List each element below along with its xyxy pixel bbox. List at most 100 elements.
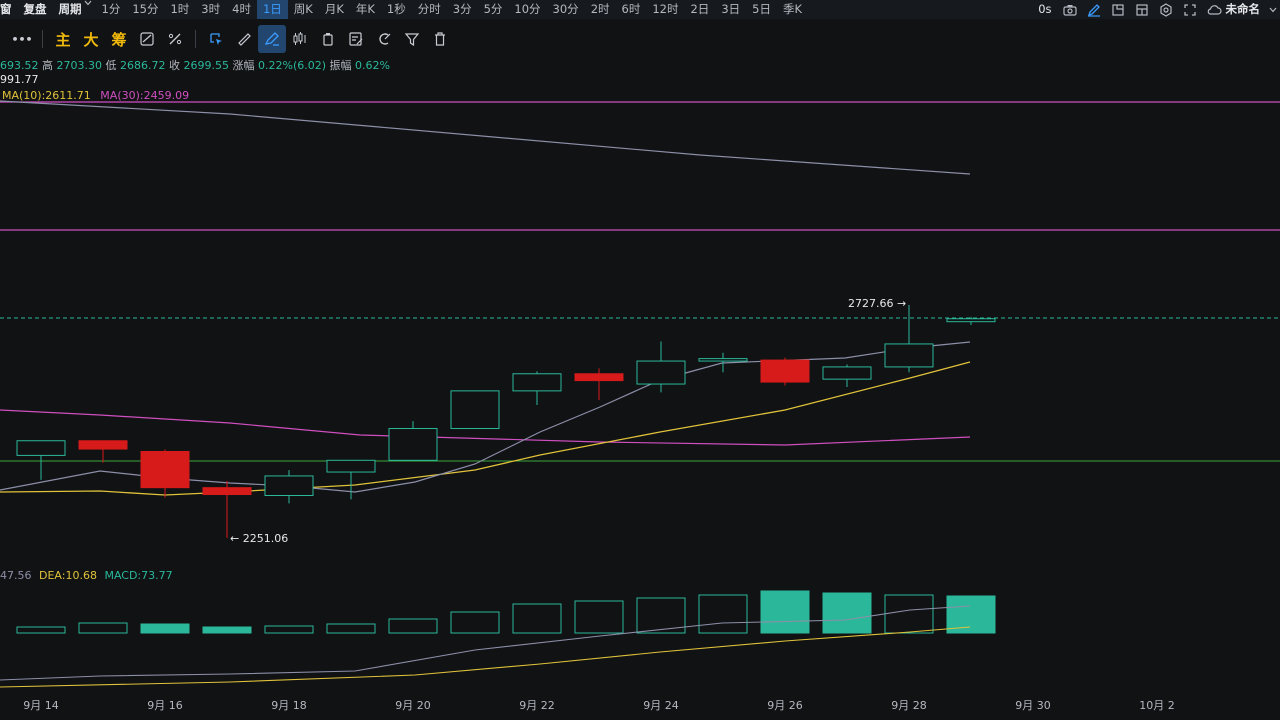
macd-bar	[326, 623, 376, 634]
candle-body	[946, 318, 996, 323]
chevron-down-icon[interactable]	[84, 0, 92, 6]
candle-body	[140, 450, 190, 489]
macd-bar	[822, 592, 872, 634]
dea-line	[0, 626, 971, 688]
toolbar-divider	[195, 30, 196, 48]
period-item[interactable]: 周K	[288, 0, 319, 19]
candles-layer	[16, 305, 996, 538]
candle-body	[388, 428, 438, 461]
x-tick-label: 9月 28	[891, 699, 927, 712]
compare-icon[interactable]	[161, 25, 189, 53]
candle-body	[326, 459, 376, 473]
toolbar-divider	[42, 30, 43, 48]
fullscreen-icon[interactable]	[1178, 0, 1202, 19]
chevron-down-icon[interactable]	[1266, 0, 1280, 19]
candle-body	[760, 359, 810, 383]
period-item[interactable]: 30分	[547, 0, 585, 19]
period-item[interactable]: 季K	[777, 0, 808, 19]
drawing-toolbar: ••• 主 大 筹	[0, 24, 1280, 54]
kline-chart[interactable]: 9月 14 9月 16 9月 18 9月 20 9月 22 9月 24 9月 26 9月 28…	[0, 54, 1280, 720]
candle-body	[698, 358, 748, 362]
trash-icon[interactable]	[426, 25, 454, 53]
layout-icon[interactable]	[1130, 0, 1154, 19]
period-item[interactable]: 年K	[350, 0, 381, 19]
low-price-label: ← 2251.06	[230, 532, 288, 545]
period-item[interactable]: 1时	[164, 0, 195, 19]
filter-icon[interactable]	[398, 25, 426, 53]
candle-body	[636, 360, 686, 385]
macd-bar	[512, 603, 562, 634]
macd-bar	[264, 625, 314, 634]
period-list: 窗复盘 周期 1分 15分 1时 3时 4时 1日 周K 月K 年K 1秒 分时 3分 5分 10分 30分 2时…	[0, 0, 808, 19]
period-item[interactable]: 3时	[195, 0, 226, 19]
period-item[interactable]: 3日	[715, 0, 746, 19]
period-item[interactable]: 1日	[256, 0, 288, 19]
select-icon[interactable]	[202, 25, 230, 53]
topbar-right: 0s 未命名	[1032, 0, 1280, 19]
x-tick-label: 9月 24	[643, 699, 679, 712]
x-tick-label: 9月 30	[1015, 699, 1051, 712]
main-indicator-button[interactable]: 主	[49, 25, 77, 53]
x-axis: 9月 14 9月 16 9月 18 9月 20 9月 22 9月 24 9月 26 9月 28…	[23, 699, 1175, 712]
big-order-button[interactable]: 大	[77, 25, 105, 53]
settings-icon[interactable]	[1154, 0, 1178, 19]
period-item[interactable]: 月K	[319, 0, 350, 19]
candle-body	[202, 487, 252, 496]
magnet-icon[interactable]	[370, 25, 398, 53]
macd-bar	[16, 626, 66, 634]
period-item[interactable]: 1分	[96, 0, 127, 19]
period-item[interactable]: 10分	[508, 0, 546, 19]
export-icon[interactable]	[1106, 0, 1130, 19]
high-price-label: 2727.66 →	[848, 297, 906, 310]
candle-body	[574, 373, 624, 382]
x-tick-label: 9月 20	[395, 699, 431, 712]
indicator-lines	[0, 100, 1280, 496]
macd-bar	[760, 590, 810, 634]
period-item[interactable]: 12时	[646, 0, 684, 19]
macd-layer	[0, 590, 996, 688]
period-bar: 窗复盘 周期 1分 15分 1时 3时 4时 1日 周K 月K 年K 1秒 分时 3分 5分 10分 30分 2时…	[0, 0, 1280, 19]
period-item[interactable]: 1秒	[381, 0, 412, 19]
period-item[interactable]: 分时	[412, 0, 447, 19]
macd-bar	[450, 611, 500, 634]
candle-body	[512, 373, 562, 392]
x-tick-label: 10月 2	[1139, 699, 1175, 712]
period-item[interactable]: 复盘	[18, 0, 53, 19]
x-tick-label: 9月 26	[767, 699, 803, 712]
x-tick-label: 9月 22	[519, 699, 555, 712]
period-item[interactable]: 4时	[226, 0, 257, 19]
cloud-icon[interactable]	[1202, 0, 1226, 19]
period-item[interactable]: 15分	[126, 0, 164, 19]
candle-body	[16, 440, 66, 456]
candle-style-icon[interactable]	[286, 25, 314, 53]
countdown: 0s	[1038, 2, 1052, 16]
ma-long-gray-line	[0, 100, 971, 175]
candle-body	[264, 475, 314, 496]
period-item[interactable]: 窗	[0, 0, 18, 19]
macd-bar	[78, 622, 128, 634]
period-item[interactable]: 2时	[585, 0, 616, 19]
period-item[interactable]: 6时	[616, 0, 647, 19]
layout-name[interactable]: 未命名	[1226, 0, 1267, 19]
more-button[interactable]: •••	[8, 25, 36, 53]
period-item[interactable]: 2日	[684, 0, 715, 19]
pen-tool-icon[interactable]	[258, 25, 286, 53]
indicator-edit-icon[interactable]	[133, 25, 161, 53]
x-tick-label: 9月 14	[23, 699, 59, 712]
period-item[interactable]: 5分	[478, 0, 509, 19]
candle-body	[884, 343, 934, 368]
period-item[interactable]: 周期	[53, 0, 88, 19]
note-icon[interactable]	[342, 25, 370, 53]
chip-distribution-button[interactable]: 筹	[105, 25, 133, 53]
period-item[interactable]: 3分	[447, 0, 478, 19]
candle-body	[78, 440, 128, 450]
alarm-icon[interactable]	[314, 25, 342, 53]
macd-bar	[698, 594, 748, 634]
camera-icon[interactable]	[1058, 0, 1082, 19]
period-item[interactable]: 5日	[746, 0, 777, 19]
draw-pen-icon[interactable]	[1082, 0, 1106, 19]
macd-bar	[884, 594, 934, 634]
ruler-icon[interactable]	[230, 25, 258, 53]
macd-bar	[140, 623, 190, 634]
candle-body	[822, 366, 872, 380]
